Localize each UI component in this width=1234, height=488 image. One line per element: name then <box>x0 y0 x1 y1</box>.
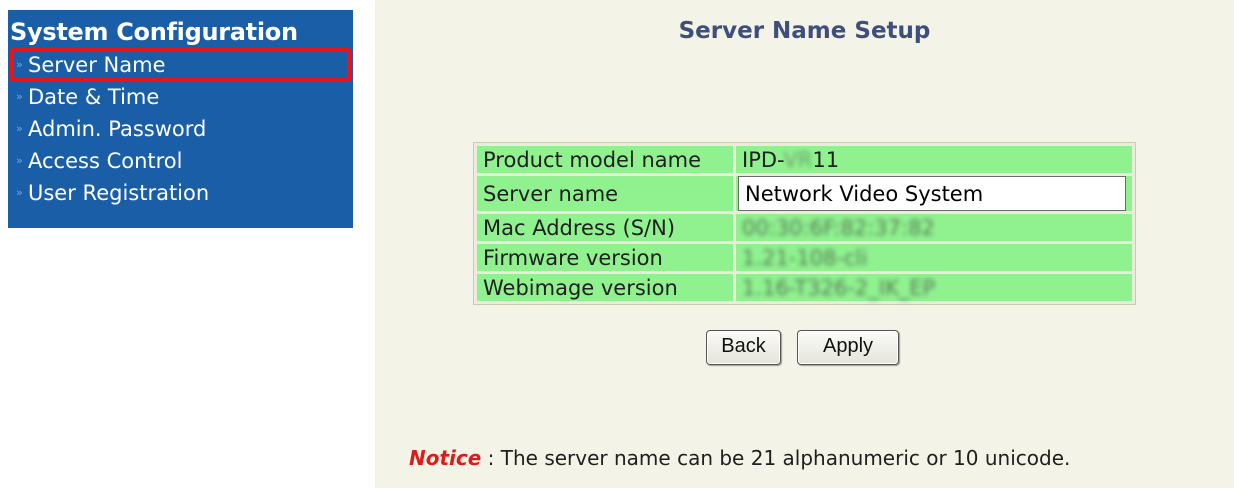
sidebar-menu: » Server Name » Date & Time » Admin. Pas… <box>8 48 353 210</box>
row-label: Mac Address (S/N) <box>477 214 733 241</box>
apply-button[interactable]: Apply <box>797 330 899 365</box>
firmware-version-text: 1.21-108-cli <box>742 245 868 270</box>
notice-message: Notice : The server name can be 21 alpha… <box>409 446 1070 470</box>
notice-text: : The server name can be 21 alphanumeric… <box>481 446 1071 470</box>
mac-address-value: 00:30:6F:82:37:82 <box>736 214 1132 241</box>
sidebar-item-label: Admin. Password <box>28 117 207 141</box>
row-label: Server name <box>477 176 733 211</box>
sidebar: System Configuration » Server Name » Dat… <box>8 10 353 228</box>
double-chevron-icon: » <box>16 154 23 167</box>
table-row: Product model name IPD-VR11 <box>477 146 1132 173</box>
table-row: Webimage version 1.16-T326-2_IK_EP <box>477 274 1132 301</box>
model-prefix: IPD- <box>742 147 784 172</box>
product-model-value: IPD-VR11 <box>736 146 1132 173</box>
row-label: Product model name <box>477 146 733 173</box>
sidebar-item-label: Server Name <box>28 53 166 77</box>
server-name-input[interactable] <box>738 176 1126 211</box>
double-chevron-icon: » <box>16 122 23 135</box>
webimage-version-value: 1.16-T326-2_IK_EP <box>736 274 1132 301</box>
sidebar-item-user-registration[interactable]: » User Registration <box>8 178 353 210</box>
table-row: Mac Address (S/N) 00:30:6F:82:37:82 <box>477 214 1132 241</box>
server-info-table: Product model name IPD-VR11 Server name … <box>473 142 1136 305</box>
double-chevron-icon: » <box>16 186 23 199</box>
double-chevron-icon: » <box>16 90 23 103</box>
page-title: Server Name Setup <box>678 18 931 44</box>
table-row: Firmware version 1.21-108-cli <box>477 244 1132 271</box>
mac-address-text: 00:30:6F:82:37:82 <box>742 215 935 240</box>
model-redacted: VR <box>783 147 813 172</box>
sidebar-item-label: Date & Time <box>28 85 160 109</box>
webimage-version-text: 1.16-T326-2_IK_EP <box>742 275 936 300</box>
row-label: Webimage version <box>477 274 733 301</box>
sidebar-item-date-time[interactable]: » Date & Time <box>8 82 353 114</box>
button-bar: Back Apply <box>706 330 899 365</box>
model-suffix: 11 <box>812 147 840 172</box>
table-row: Server name <box>477 176 1132 211</box>
firmware-version-value: 1.21-108-cli <box>736 244 1132 271</box>
main-panel: Server Name Setup Product model name IPD… <box>375 0 1234 488</box>
sidebar-item-label: User Registration <box>28 181 210 205</box>
sidebar-item-server-name[interactable]: » Server Name <box>10 48 351 82</box>
sidebar-item-access-control[interactable]: » Access Control <box>8 146 353 178</box>
sidebar-item-admin-password[interactable]: » Admin. Password <box>8 114 353 146</box>
back-button[interactable]: Back <box>706 330 781 365</box>
double-chevron-icon: » <box>16 58 23 71</box>
server-name-cell <box>736 176 1132 211</box>
sidebar-item-label: Access Control <box>28 149 183 173</box>
sidebar-title: System Configuration <box>10 18 298 46</box>
notice-label: Notice <box>409 446 482 470</box>
row-label: Firmware version <box>477 244 733 271</box>
